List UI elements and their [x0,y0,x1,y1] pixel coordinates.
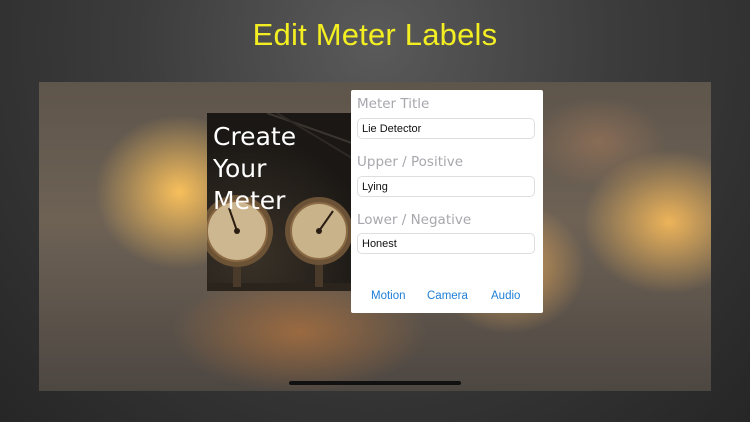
lower-negative-field[interactable]: Honest [357,233,535,254]
lower-negative-label: Lower / Negative [357,212,472,228]
app-screen: Create Your Meter Meter Title Lie Detect… [39,82,711,391]
meter-card-title: Create Your Meter [213,122,297,215]
promo-headline: Edit Meter Labels [252,17,498,52]
meter-preview-card[interactable]: Create Your Meter [207,113,352,291]
home-indicator[interactable] [289,381,461,385]
meter-title-label: Meter Title [357,96,430,112]
upper-positive-label: Upper / Positive [357,154,464,170]
camera-button[interactable]: Camera [427,290,468,302]
upper-positive-field[interactable]: Lying [357,176,535,197]
motion-button[interactable]: Motion [371,290,406,302]
meter-labels-panel: Meter Title Lie Detector Upper / Positiv… [351,90,543,313]
meter-title-field[interactable]: Lie Detector [357,118,535,139]
audio-button[interactable]: Audio [491,290,520,302]
